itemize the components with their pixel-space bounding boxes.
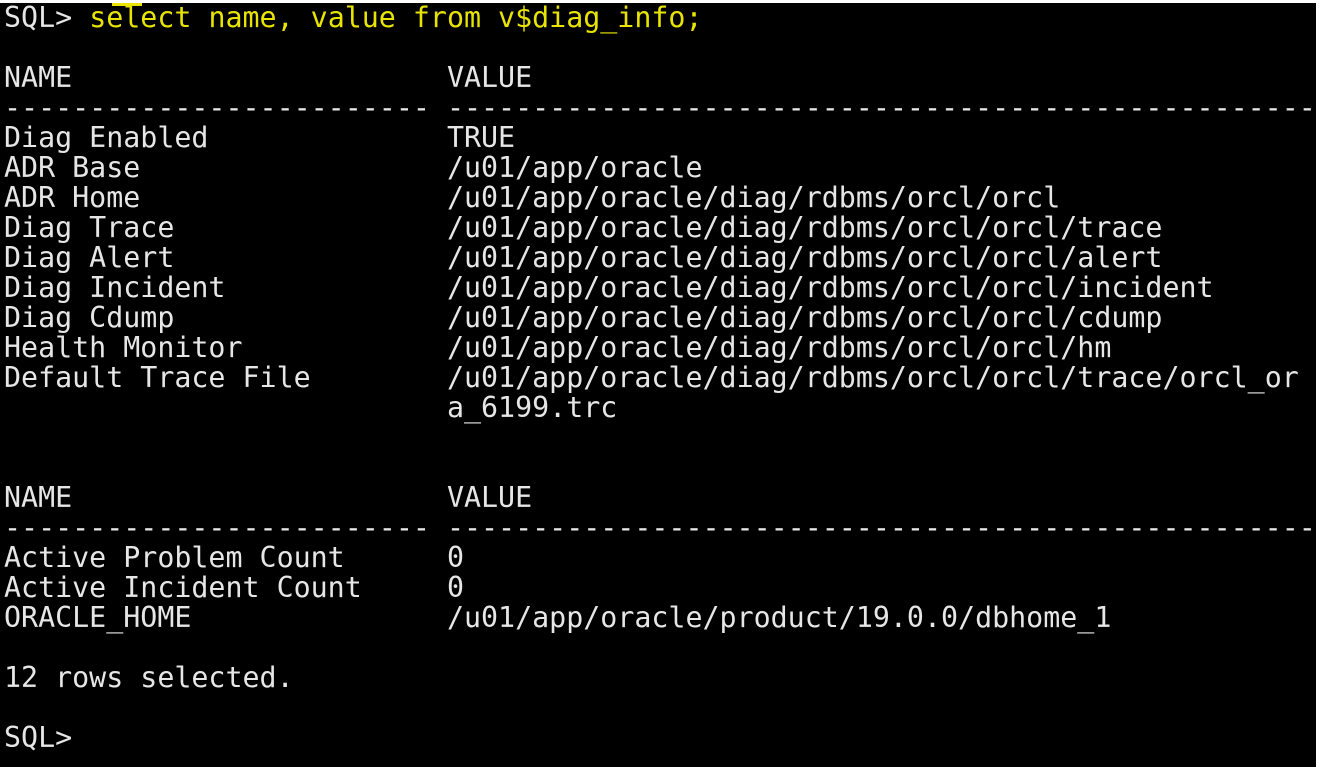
row-value-wrap: a_6199.trc bbox=[446, 391, 618, 424]
row-value: /u01/app/oracle/diag/rdbms/orcl/orcl/ale… bbox=[446, 241, 1163, 274]
separator-1: ------------------------- --------------… bbox=[4, 91, 1316, 124]
name-header: NAME bbox=[4, 481, 447, 514]
row-value: /u01/app/oracle/diag/rdbms/orcl/orcl/inc… bbox=[446, 271, 1214, 304]
row-value: TRUE bbox=[446, 121, 516, 154]
row-name: Health Monitor bbox=[4, 331, 447, 364]
row-value: /u01/app/oracle/diag/rdbms/orcl/orcl/hm bbox=[446, 331, 1112, 364]
table-row: Diag Trace /u01/app/oracle/diag/rdbms/or… bbox=[4, 213, 1316, 243]
row-name: Diag Alert bbox=[4, 241, 447, 274]
row-value: /u01/app/oracle/diag/rdbms/orcl/orcl/tra… bbox=[446, 211, 1163, 244]
terminal-window[interactable]: SQL> select name, value from v$diag_info… bbox=[0, 3, 1316, 767]
row-value: /u01/app/oracle/diag/rdbms/orcl/orcl/tra… bbox=[446, 361, 1299, 394]
value-header: VALUE bbox=[446, 61, 533, 94]
column-header-2: NAME VALUE bbox=[4, 483, 1316, 513]
sql-command: select name, value from v$diag_info; bbox=[89, 3, 703, 34]
row-name: Diag Trace bbox=[4, 211, 447, 244]
prompt: SQL> bbox=[4, 3, 90, 34]
final-prompt: SQL> bbox=[4, 721, 73, 754]
table-row: Health Monitor /u01/app/oracle/diag/rdbm… bbox=[4, 333, 1316, 363]
name-header: NAME bbox=[4, 61, 447, 94]
row-name: Diag Incident bbox=[4, 271, 447, 304]
row-name: Active Incident Count bbox=[4, 571, 447, 604]
rows-selected-summary: 12 rows selected. bbox=[4, 661, 294, 694]
table-row: Diag Enabled TRUE bbox=[4, 123, 1316, 153]
terminal-output: SQL> select name, value from v$diag_info… bbox=[4, 3, 1316, 753]
table-row: Active Incident Count 0 bbox=[4, 573, 1316, 603]
row-value: /u01/app/oracle bbox=[446, 151, 703, 184]
row-name: Diag Cdump bbox=[4, 301, 447, 334]
row-name: ADR Home bbox=[4, 181, 447, 214]
row-name: Active Problem Count bbox=[4, 541, 447, 574]
column-header-1: NAME VALUE bbox=[4, 63, 1316, 93]
table-row: Diag Cdump /u01/app/oracle/diag/rdbms/or… bbox=[4, 303, 1316, 333]
table-row: Default Trace File /u01/app/oracle/diag/… bbox=[4, 363, 1316, 393]
row-name: ORACLE_HOME bbox=[4, 601, 447, 634]
row-name: Diag Enabled bbox=[4, 121, 447, 154]
final-prompt-line[interactable]: SQL> bbox=[4, 723, 1316, 753]
row-value: 0 bbox=[446, 541, 464, 574]
table-row: ADR Base /u01/app/oracle bbox=[4, 153, 1316, 183]
separator-2: ------------------------- --------------… bbox=[4, 511, 1316, 544]
table-row: ADR Home /u01/app/oracle/diag/rdbms/orcl… bbox=[4, 183, 1316, 213]
table-row: Active Problem Count 0 bbox=[4, 543, 1316, 573]
table-row: ORACLE_HOME /u01/app/oracle/product/19.0… bbox=[4, 603, 1316, 633]
row-value: /u01/app/oracle/diag/rdbms/orcl/orcl bbox=[446, 181, 1061, 214]
value-header: VALUE bbox=[446, 481, 533, 514]
table-row-wrap: a_6199.trc bbox=[4, 393, 1316, 423]
table-row: Diag Alert /u01/app/oracle/diag/rdbms/or… bbox=[4, 243, 1316, 273]
row-name-empty bbox=[4, 391, 447, 424]
table-row: Diag Incident /u01/app/oracle/diag/rdbms… bbox=[4, 273, 1316, 303]
row-name: ADR Base bbox=[4, 151, 447, 184]
row-value: /u01/app/oracle/diag/rdbms/orcl/orcl/cdu… bbox=[446, 301, 1163, 334]
row-name: Default Trace File bbox=[4, 361, 447, 394]
command-line: SQL> select name, value from v$diag_info… bbox=[4, 3, 1316, 33]
row-value: 0 bbox=[446, 571, 464, 604]
row-value: /u01/app/oracle/product/19.0.0/dbhome_1 bbox=[446, 601, 1112, 634]
